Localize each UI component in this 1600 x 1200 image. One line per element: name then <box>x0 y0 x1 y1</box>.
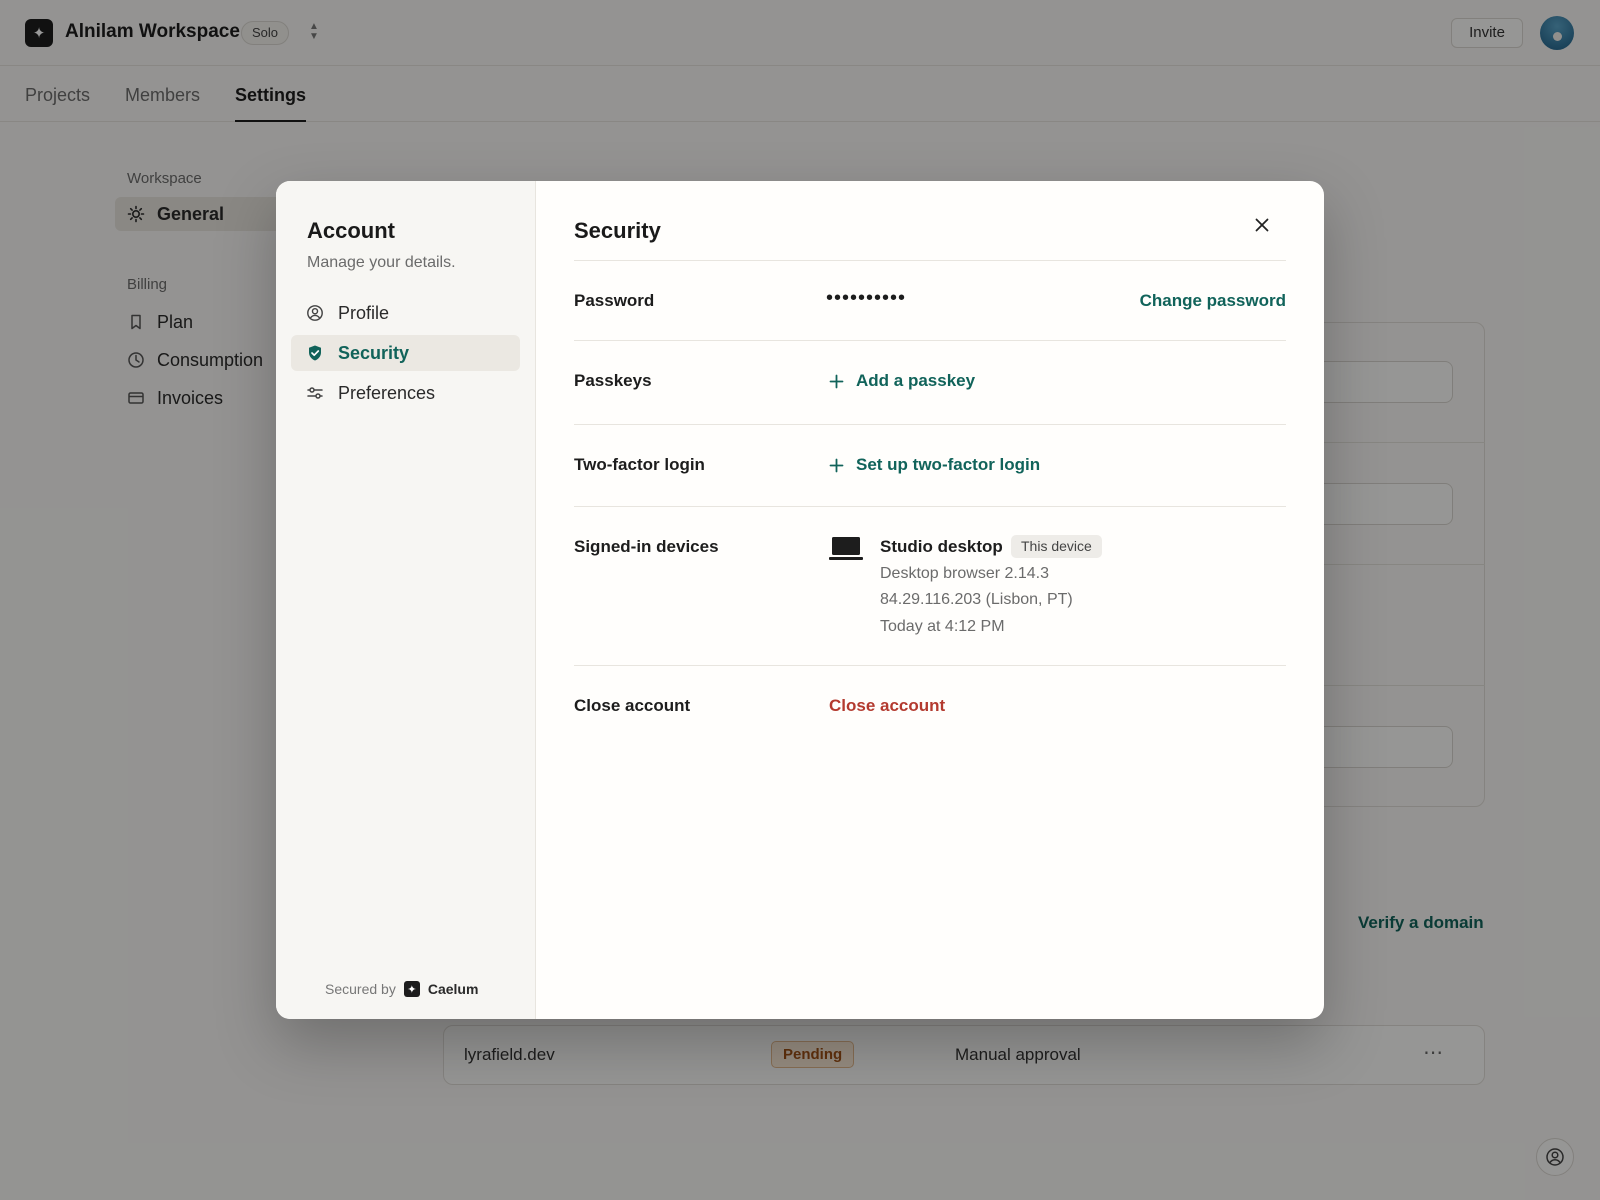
nav-item-security[interactable]: Security <box>291 335 520 371</box>
secured-by-brand: Caelum <box>427 981 479 997</box>
two-factor-label: Two-factor login <box>574 455 705 474</box>
divider <box>574 665 1286 666</box>
modal-content: Security Password •••••••••• Change pass… <box>536 181 1324 1019</box>
close-icon <box>1255 218 1269 232</box>
section-title: Security <box>574 218 661 243</box>
setup-two-factor-button[interactable]: Set up two-factor login <box>829 455 1040 475</box>
close-account-button[interactable]: Close account <box>829 696 945 716</box>
modal-sidebar: Account Manage your details. Profile Sec… <box>276 181 536 1019</box>
device-last-seen: Today at 4:12 PM <box>880 618 1005 635</box>
close-account-label: Close account <box>574 696 691 715</box>
nav-item-label: Security <box>338 342 410 363</box>
shield-check-icon <box>309 345 321 361</box>
devices-label: Signed-in devices <box>574 537 719 556</box>
divider <box>574 424 1286 425</box>
add-passkey-button[interactable]: Add a passkey <box>829 371 975 391</box>
nav-item-profile[interactable]: Profile <box>291 295 520 331</box>
divider <box>574 260 1286 261</box>
device-client: Desktop browser 2.14.3 <box>880 565 1049 582</box>
account-title: Account <box>307 218 395 243</box>
device-ip-location: 84.29.116.203 (Lisbon, PT) <box>880 591 1073 608</box>
account-subtitle: Manage your details. <box>307 254 456 271</box>
account-modal: Account Manage your details. Profile Sec… <box>276 181 1324 1019</box>
sliders-icon <box>307 387 323 399</box>
setup-two-factor-label: Set up two-factor login <box>856 455 1041 474</box>
plus-icon <box>829 374 844 388</box>
caelum-logo-icon: ✦ <box>403 981 420 997</box>
nav-item-label: Preferences <box>338 382 436 403</box>
plus-icon <box>829 458 844 472</box>
close-button[interactable] <box>1246 209 1278 241</box>
nav-item-label: Profile <box>338 302 390 323</box>
divider <box>574 340 1286 341</box>
add-passkey-label: Add a passkey <box>856 371 976 390</box>
secured-by-label: Secured by <box>325 981 396 997</box>
this-device-badge: This device <box>1011 535 1102 558</box>
laptop-icon <box>829 537 863 560</box>
change-password-link[interactable]: Change password <box>1140 291 1286 311</box>
passkeys-label: Passkeys <box>574 371 652 390</box>
device-name: Studio desktop <box>880 537 1003 556</box>
nav-item-preferences[interactable]: Preferences <box>291 375 520 411</box>
secured-by-footer: Secured by ✦ Caelum <box>325 981 478 997</box>
password-masked: •••••••••• <box>826 287 907 309</box>
user-circle-icon <box>307 305 323 321</box>
password-label: Password <box>574 291 655 310</box>
divider <box>574 506 1286 507</box>
